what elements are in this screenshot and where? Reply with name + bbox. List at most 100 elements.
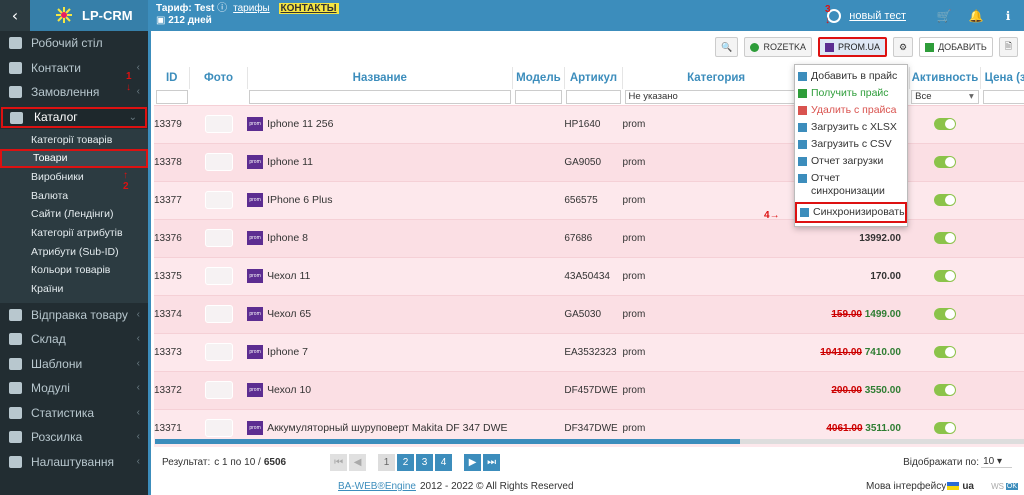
product-name[interactable]: Чехол 11: [267, 270, 310, 282]
dropdown-item[interactable]: Отчет загрузки: [795, 153, 907, 170]
product-name[interactable]: Iphone 11 256: [267, 118, 333, 130]
submenu-item[interactable]: Категорії атрибутів: [0, 223, 148, 243]
product-name[interactable]: IPhone 6 Plus: [267, 194, 332, 206]
sidebar-item-catalog[interactable]: Каталог ⌄: [1, 106, 147, 128]
filter-name[interactable]: [249, 89, 511, 104]
active-toggle[interactable]: [933, 308, 956, 320]
page-button[interactable]: 3: [416, 453, 434, 471]
active-toggle[interactable]: [933, 270, 956, 282]
tariff-value: Test: [194, 3, 215, 14]
sidebar-item-templates[interactable]: Шаблони ‹: [0, 352, 148, 377]
camera-icon[interactable]: [204, 419, 233, 438]
camera-icon[interactable]: [204, 115, 233, 133]
sidebar-item-mailing[interactable]: Розсилка ‹: [0, 425, 148, 450]
submenu-item[interactable]: Атрибути (Sub-ID): [0, 242, 148, 262]
camera-icon[interactable]: [204, 343, 233, 361]
back-icon[interactable]: ‹: [0, 0, 30, 31]
contacts-link[interactable]: КОНТАКТЫ: [278, 3, 339, 14]
filter-article[interactable]: [566, 89, 621, 104]
dropdown-item[interactable]: Загрузить с CSV: [795, 136, 907, 153]
table-row[interactable]: 13375 prom Чехол 11 43A50434 prom 170.00: [154, 256, 1024, 295]
first-page-icon[interactable]: ⏮: [330, 453, 348, 471]
lang-ua[interactable]: ua: [947, 481, 974, 492]
user-name[interactable]: новый тест: [849, 10, 906, 22]
table-row[interactable]: 13373 prom Iphone 7 EA3532323 prom 10410.…: [154, 332, 1024, 371]
submenu-item[interactable]: Країни: [0, 280, 148, 299]
col-active[interactable]: Активность: [909, 67, 982, 89]
active-toggle[interactable]: [933, 346, 956, 358]
app-logo[interactable]: LP-CRM: [30, 0, 148, 31]
col-category[interactable]: Категория: [622, 67, 811, 89]
per-page-select[interactable]: 10 ▾: [981, 456, 1012, 468]
col-article[interactable]: Артикул: [564, 67, 624, 89]
add-button[interactable]: ДОБАВИТЬ: [919, 37, 993, 57]
table-row[interactable]: 13372 prom Чехол 10 DF457DWE prom 200.00 …: [154, 370, 1024, 409]
table-row[interactable]: 13374 prom Чехол 65 GA5030 prom 159.00 14…: [154, 294, 1024, 333]
sidebar-item-warehouse[interactable]: Склад ‹: [0, 327, 148, 352]
dropdown-item[interactable]: Получить прайс: [795, 85, 907, 102]
page-button[interactable]: 4: [435, 453, 453, 471]
submenu-item-products[interactable]: Товари: [0, 149, 148, 168]
info-circle-icon[interactable]: ℹ: [992, 9, 1024, 23]
sidebar-item-shipping[interactable]: Відправка товару ‹: [0, 303, 148, 328]
product-name[interactable]: Чехол 65: [267, 308, 311, 320]
active-toggle[interactable]: [933, 156, 956, 168]
sidebar-item-modules[interactable]: Модулі ‹: [0, 376, 148, 401]
camera-icon[interactable]: [204, 381, 233, 399]
settings-button[interactable]: ⚙: [892, 37, 914, 57]
product-name[interactable]: Iphone 7: [267, 346, 308, 358]
dropdown-item[interactable]: Отчет синхронизации: [795, 170, 907, 200]
filter-id[interactable]: [156, 89, 188, 104]
horizontal-scrollbar[interactable]: [155, 439, 1024, 444]
camera-icon[interactable]: [204, 229, 233, 247]
dropdown-item[interactable]: Удалить с прайса: [795, 102, 907, 119]
filter-model[interactable]: [514, 89, 563, 104]
active-toggle[interactable]: [933, 422, 956, 435]
camera-icon[interactable]: [204, 153, 233, 171]
prev-page-icon[interactable]: ◀: [349, 453, 367, 471]
filter-active[interactable]: Все: [911, 89, 979, 104]
last-page-icon[interactable]: ⏭: [483, 453, 501, 471]
submenu-item[interactable]: Кольори товарів: [0, 261, 148, 280]
camera-icon[interactable]: [204, 267, 233, 285]
product-name[interactable]: Iphone 8: [267, 232, 308, 244]
truck-icon: [9, 308, 22, 321]
product-name[interactable]: Iphone 11: [267, 156, 313, 168]
cart-icon[interactable]: 🛒: [928, 9, 960, 23]
col-model[interactable]: Модель: [512, 67, 565, 89]
next-page-icon[interactable]: ▶: [464, 453, 482, 471]
active-toggle[interactable]: [933, 384, 956, 396]
bell-icon[interactable]: 🔔: [960, 9, 992, 23]
dropdown-item[interactable]: Добавить в прайс: [795, 68, 907, 85]
export-button[interactable]: 🗎: [998, 37, 1018, 57]
user-menu[interactable]: новый тест: [827, 8, 906, 23]
col-name[interactable]: Название: [247, 67, 514, 89]
search-button[interactable]: 🔍: [715, 37, 739, 57]
rozetka-button[interactable]: ROZETKA: [744, 37, 812, 57]
sidebar-item-statistics[interactable]: Статистика ‹: [0, 401, 148, 426]
scrollbar-thumb[interactable]: [155, 439, 740, 444]
product-name[interactable]: Чехол 10: [267, 384, 311, 396]
copyright-link[interactable]: BA-WEB®Engine: [338, 481, 416, 492]
page-button[interactable]: 2: [397, 453, 415, 471]
sidebar-item-settings[interactable]: Налаштування ‹: [0, 450, 148, 475]
sidebar-item-dashboard[interactable]: Робочий стіл: [0, 31, 148, 56]
tariffs-link[interactable]: тарифы: [233, 3, 270, 14]
filter-category[interactable]: Не указано: [624, 89, 808, 104]
camera-icon[interactable]: [204, 191, 233, 209]
active-toggle[interactable]: [933, 232, 956, 244]
product-name[interactable]: Аккумуляторный шуруповерт Makita DF 347 …: [267, 422, 508, 434]
col-id[interactable]: ID: [154, 67, 191, 89]
submenu-item[interactable]: Категорії товарів: [0, 130, 148, 150]
active-toggle[interactable]: [933, 118, 956, 130]
active-toggle[interactable]: [933, 194, 956, 206]
submenu-item[interactable]: Сайти (Лендінги): [0, 205, 148, 224]
sidebar-item-label: Налаштування: [31, 454, 114, 469]
dropdown-item[interactable]: Загрузить с XLSX: [795, 119, 907, 136]
camera-icon[interactable]: [204, 305, 233, 323]
col-price-z[interactable]: Цена (з: [980, 67, 1024, 89]
sync-menu-item[interactable]: Синхронизировать: [795, 202, 907, 223]
filter-price-z[interactable]: [982, 89, 1024, 104]
page-button[interactable]: 1: [378, 453, 396, 471]
prom-button[interactable]: PROM.UA: [817, 37, 887, 57]
